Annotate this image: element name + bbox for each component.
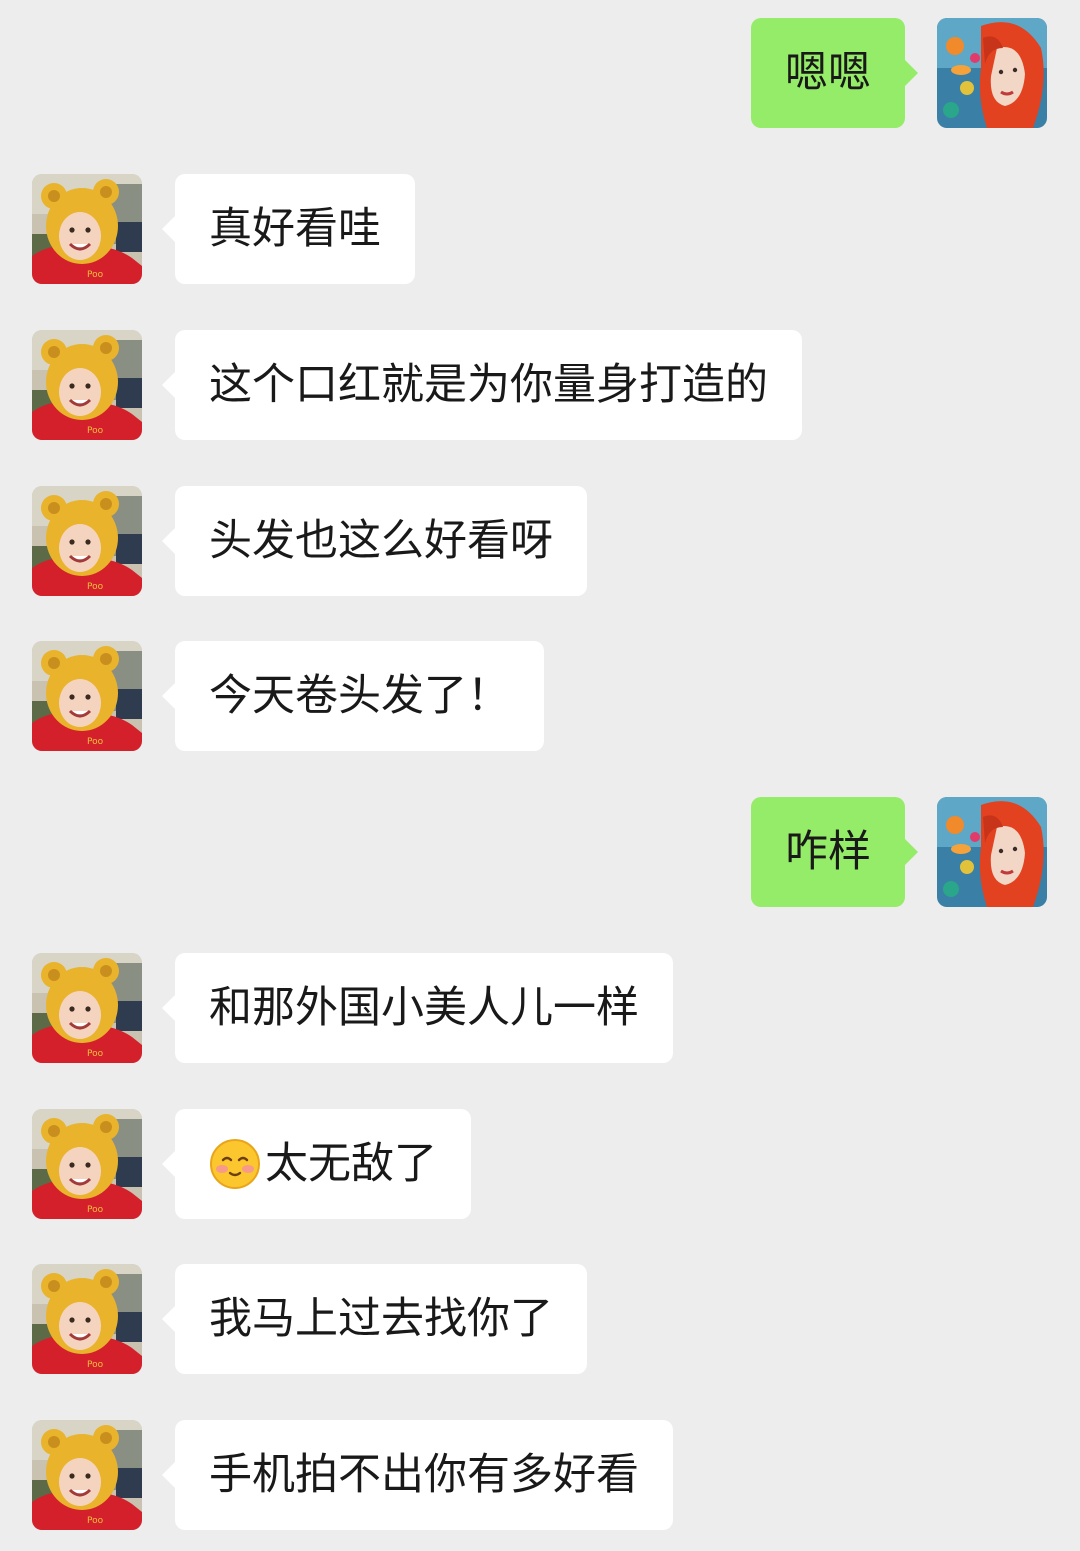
avatar-contact[interactable] xyxy=(32,1264,142,1374)
message-text: 我马上过去找你了 xyxy=(209,1293,553,1344)
message-text: 今天卷头发了！ xyxy=(209,670,510,721)
message-bubble[interactable]: 真好看哇 xyxy=(162,174,415,284)
red-haired-girl-avatar-image xyxy=(937,797,1047,907)
child-in-bear-costume-avatar-image xyxy=(32,1109,142,1219)
message-incoming: 这个口红就是为你量身打造的 xyxy=(0,330,1080,440)
message-incoming: 太无敌了 xyxy=(0,1109,1080,1219)
message-incoming: 我马上过去找你了 xyxy=(0,1264,1080,1374)
message-bubble[interactable]: 手机拍不出你有多好看 xyxy=(162,1420,673,1530)
child-in-bear-costume-avatar-image xyxy=(32,1264,142,1374)
avatar-contact[interactable] xyxy=(32,330,142,440)
message-text: 嗯嗯 xyxy=(785,47,871,98)
avatar-self[interactable] xyxy=(937,18,1047,128)
message-incoming: 手机拍不出你有多好看 xyxy=(0,1420,1080,1530)
message-incoming: 和那外国小美人儿一样 xyxy=(0,953,1080,1063)
child-in-bear-costume-avatar-image xyxy=(32,174,142,284)
message-bubble[interactable]: 咋样 xyxy=(751,797,918,907)
message-text: 头发也这么好看呀 xyxy=(209,515,553,566)
avatar-contact[interactable] xyxy=(32,1109,142,1219)
blushing-face-emoji-icon xyxy=(209,1138,261,1190)
child-in-bear-costume-avatar-image xyxy=(32,1420,142,1530)
avatar-contact[interactable] xyxy=(32,486,142,596)
message-outgoing: 咋样 xyxy=(0,797,1080,907)
message-incoming: 今天卷头发了！ xyxy=(0,641,1080,751)
message-outgoing: 嗯嗯 xyxy=(0,18,1080,128)
message-text: 手机拍不出你有多好看 xyxy=(209,1449,639,1500)
message-bubble[interactable]: 头发也这么好看呀 xyxy=(162,486,587,596)
message-text: 这个口红就是为你量身打造的 xyxy=(209,359,768,410)
avatar-contact[interactable] xyxy=(32,174,142,284)
red-haired-girl-avatar-image xyxy=(937,18,1047,128)
message-incoming: 头发也这么好看呀 xyxy=(0,486,1080,596)
chat-message-list[interactable]: 嗯嗯 真好看哇 这个口红就是为你量身打造的 头发也这么好看呀 今天卷头发了！ 咋… xyxy=(0,0,1080,1551)
message-text: 和那外国小美人儿一样 xyxy=(209,982,639,1033)
child-in-bear-costume-avatar-image xyxy=(32,330,142,440)
child-in-bear-costume-avatar-image xyxy=(32,486,142,596)
message-bubble[interactable]: 这个口红就是为你量身打造的 xyxy=(162,330,802,440)
child-in-bear-costume-avatar-image xyxy=(32,641,142,751)
avatar-contact[interactable] xyxy=(32,641,142,751)
message-text: 太无敌了 xyxy=(265,1138,437,1189)
message-bubble[interactable]: 太无敌了 xyxy=(162,1109,471,1219)
message-incoming: 真好看哇 xyxy=(0,174,1080,284)
message-bubble[interactable]: 我马上过去找你了 xyxy=(162,1264,587,1374)
message-bubble[interactable]: 和那外国小美人儿一样 xyxy=(162,953,673,1063)
avatar-self[interactable] xyxy=(937,797,1047,907)
child-in-bear-costume-avatar-image xyxy=(32,953,142,1063)
message-bubble[interactable]: 嗯嗯 xyxy=(751,18,918,128)
avatar-contact[interactable] xyxy=(32,1420,142,1530)
message-bubble[interactable]: 今天卷头发了！ xyxy=(162,641,544,751)
avatar-contact[interactable] xyxy=(32,953,142,1063)
message-text: 真好看哇 xyxy=(209,203,381,254)
message-text: 咋样 xyxy=(785,826,871,877)
